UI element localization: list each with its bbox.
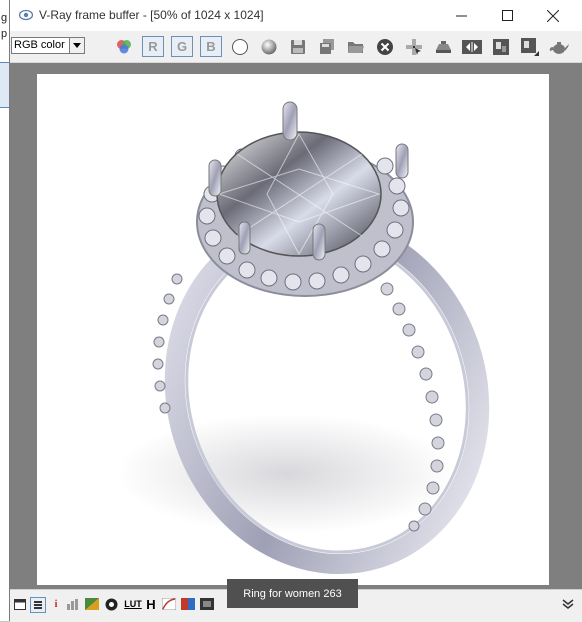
exposure-icon xyxy=(105,598,117,610)
vfb-window: V-Ray frame buffer - [50% of 1024 x 1024… xyxy=(9,0,582,622)
layers-button[interactable] xyxy=(30,597,46,613)
window-title: V-Ray frame buffer - [50% of 1024 x 1024… xyxy=(39,8,264,22)
layers-icon xyxy=(34,601,42,609)
load-button[interactable] xyxy=(345,36,367,57)
background-text: g xyxy=(1,12,8,24)
maximize-icon xyxy=(501,10,513,21)
blue-channel-button[interactable]: B xyxy=(200,36,222,57)
maximize-button[interactable] xyxy=(484,0,530,31)
close-icon xyxy=(547,9,559,22)
display-panel-button[interactable] xyxy=(13,597,27,611)
minimize-icon xyxy=(455,15,467,17)
compare-button[interactable] xyxy=(461,36,483,57)
channels-button[interactable] xyxy=(113,36,135,57)
history-button[interactable] xyxy=(519,36,541,57)
window-icon xyxy=(14,598,26,610)
exposure-button[interactable] xyxy=(104,597,118,611)
lens-effects-icon xyxy=(200,598,214,610)
green-channel-button[interactable]: G xyxy=(171,36,193,57)
minimize-button[interactable] xyxy=(438,0,484,31)
mono-icon xyxy=(232,38,248,55)
mono-button[interactable] xyxy=(229,36,251,57)
chevron-double-down-icon xyxy=(562,599,574,609)
background-image-button[interactable] xyxy=(181,597,195,611)
alpha-icon xyxy=(261,39,277,54)
hsv-button[interactable]: H xyxy=(144,597,158,612)
color-channel-select[interactable]: RGB color xyxy=(11,37,85,54)
stats-icon xyxy=(67,599,78,610)
background-text: p xyxy=(1,28,8,40)
rendered-ring-image xyxy=(117,101,490,575)
render-viewport[interactable] xyxy=(10,63,582,589)
render-region-button[interactable] xyxy=(432,36,454,57)
lens-effects-button[interactable] xyxy=(200,597,214,611)
track-mouse-button[interactable] xyxy=(403,36,425,57)
save-button[interactable] xyxy=(287,36,309,57)
link-icon xyxy=(493,38,509,55)
compare-icon xyxy=(462,39,482,54)
color-correction-button[interactable] xyxy=(85,597,99,611)
app-icon xyxy=(19,9,33,21)
color-correction-icon xyxy=(85,598,99,610)
save-all-icon xyxy=(320,38,334,54)
close-button[interactable] xyxy=(530,0,576,31)
save-icon xyxy=(291,39,305,54)
render-canvas[interactable] xyxy=(37,74,549,585)
curves-button[interactable] xyxy=(162,597,176,611)
info-button[interactable]: i xyxy=(49,597,63,611)
expand-panel-button[interactable] xyxy=(561,597,575,611)
history-icon xyxy=(521,37,539,56)
curves-icon xyxy=(162,598,176,610)
red-channel-button[interactable]: R xyxy=(142,36,164,57)
clear-button[interactable] xyxy=(374,36,396,57)
stats-button[interactable] xyxy=(66,597,80,611)
save-all-button[interactable] xyxy=(316,36,338,57)
background-image-icon xyxy=(181,598,195,610)
tooltip: Ring for women 263 xyxy=(227,579,358,608)
title-bar[interactable]: V-Ray frame buffer - [50% of 1024 x 1024… xyxy=(10,0,582,31)
link-button[interactable] xyxy=(490,36,512,57)
lut-button[interactable]: LUT xyxy=(124,597,142,611)
dropdown-arrow-icon[interactable] xyxy=(69,38,84,53)
track-mouse-icon xyxy=(406,38,422,55)
teapot-button[interactable] xyxy=(548,36,570,57)
clear-icon xyxy=(377,38,393,55)
teapot-icon xyxy=(549,41,569,54)
channels-icon xyxy=(117,39,131,53)
load-icon xyxy=(348,41,364,53)
alpha-button[interactable] xyxy=(258,36,280,57)
color-channel-value: RGB color xyxy=(14,39,65,51)
toolbar: RGB color R G B xyxy=(10,31,582,63)
render-region-icon xyxy=(436,40,451,53)
